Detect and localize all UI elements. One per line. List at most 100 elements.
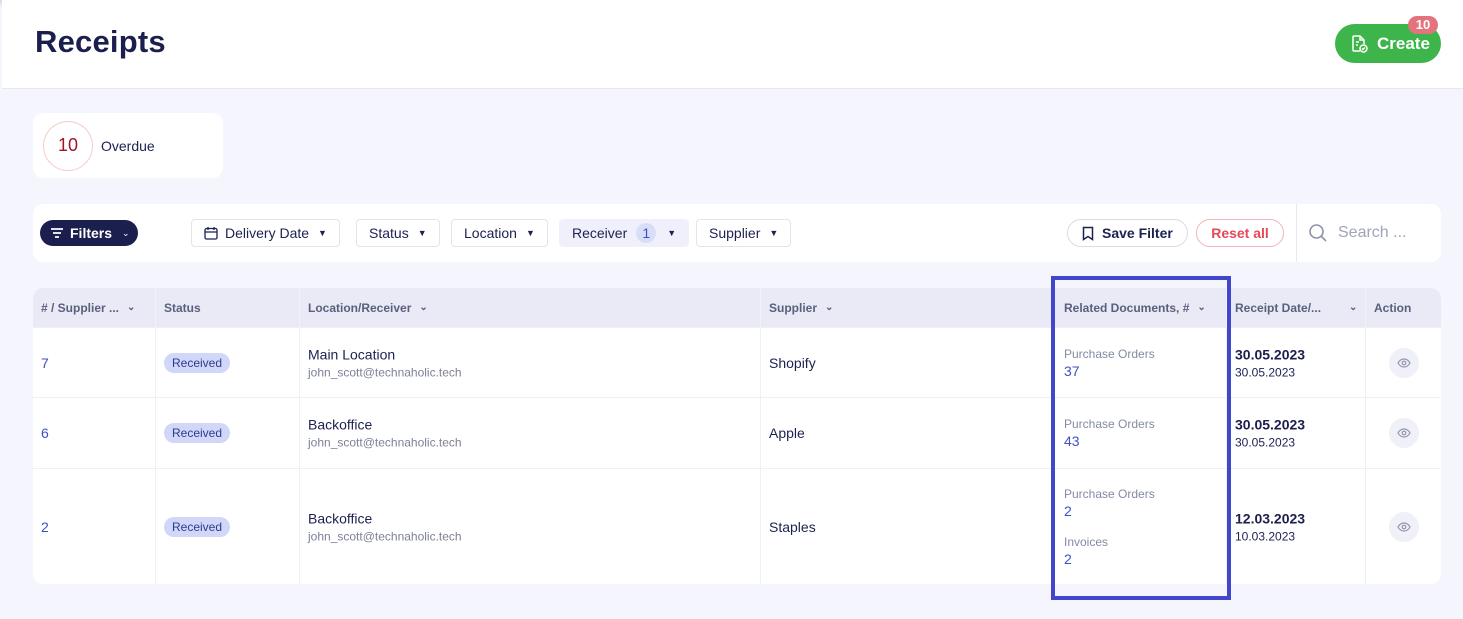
caret-down-icon: ▼ bbox=[769, 228, 779, 238]
view-button[interactable] bbox=[1389, 347, 1419, 378]
filter-label: Delivery Date bbox=[225, 225, 310, 241]
eye-icon bbox=[1397, 428, 1411, 438]
column-header-location-receiver[interactable]: Location/Receiver ⌄ bbox=[300, 288, 761, 327]
page-title: Receipts bbox=[35, 24, 166, 59]
eye-icon bbox=[1397, 521, 1411, 532]
caret-down-icon: ▼ bbox=[667, 228, 677, 238]
secondary-date: 30.05.2023 bbox=[1235, 365, 1296, 379]
secondary-date: 30.05.2023 bbox=[1235, 435, 1296, 450]
cell-action bbox=[1366, 469, 1441, 584]
filter-label: Receiver bbox=[572, 225, 628, 241]
table-row: 2 Received Backoffice john_scott@technah… bbox=[33, 468, 1441, 584]
document-count-link[interactable]: 2 bbox=[1064, 503, 1155, 519]
filters-button[interactable]: Filters ⌄ bbox=[40, 220, 138, 246]
column-label: Location/Receiver bbox=[308, 300, 412, 315]
column-header-receipt-date[interactable]: Receipt Date/... ⌄ bbox=[1227, 288, 1366, 327]
chevron-down-icon: ⌄ bbox=[419, 302, 428, 313]
cell-related-documents: Purchase Orders 2 Invoices 2 bbox=[1052, 469, 1227, 584]
receipt-number-link[interactable]: 7 bbox=[41, 355, 49, 371]
column-label: Receipt Date/... bbox=[1235, 300, 1322, 315]
cell-number: 2 bbox=[33, 469, 156, 584]
search-icon bbox=[1309, 224, 1327, 242]
location-name: Backoffice bbox=[308, 416, 373, 433]
cell-supplier: Shopify bbox=[761, 328, 1052, 397]
receipt-number-link[interactable]: 6 bbox=[41, 425, 49, 441]
cell-location: Backoffice john_scott@technaholic.tech bbox=[300, 469, 761, 584]
column-header-supplier[interactable]: Supplier ⌄ bbox=[761, 288, 1052, 327]
filter-label: Location bbox=[464, 225, 517, 241]
view-button[interactable] bbox=[1389, 511, 1419, 542]
column-header-action: Action bbox=[1366, 288, 1441, 327]
status-badge: Received bbox=[164, 352, 231, 373]
filter-delivery-date[interactable]: Delivery Date ▼ bbox=[191, 219, 340, 247]
cell-location: Backoffice john_scott@technaholic.tech bbox=[300, 398, 761, 468]
column-header-status: Status bbox=[156, 288, 300, 327]
page-header: Receipts bbox=[2, 0, 1463, 89]
filter-icon bbox=[51, 228, 63, 238]
receipts-table: # / Supplier ... ⌄ Status Location/Recei… bbox=[33, 288, 1441, 584]
overdue-card[interactable]: 10 Overdue bbox=[33, 113, 223, 178]
location-name: Backoffice bbox=[308, 510, 373, 526]
table-row: 6 Received Backoffice john_scott@technah… bbox=[33, 397, 1441, 468]
cell-status: Received bbox=[156, 398, 300, 468]
filter-bar: Filters ⌄ Delivery Date ▼ Status ▼ Locat… bbox=[33, 204, 1441, 262]
document-check-icon bbox=[1352, 34, 1368, 53]
cell-supplier: Staples bbox=[761, 469, 1052, 584]
supplier-name: Staples bbox=[769, 518, 816, 535]
filter-count-badge: 1 bbox=[636, 223, 657, 243]
supplier-name: Apple bbox=[769, 425, 805, 441]
cell-status: Received bbox=[156, 328, 300, 397]
save-filter-button[interactable]: Save Filter bbox=[1067, 219, 1188, 247]
column-label: Supplier bbox=[769, 300, 818, 315]
reset-all-button[interactable]: Reset all bbox=[1196, 219, 1284, 247]
column-label: # / Supplier ... bbox=[41, 300, 120, 315]
cell-action bbox=[1366, 398, 1441, 468]
document-count-link[interactable]: 2 bbox=[1064, 551, 1155, 567]
cell-action bbox=[1366, 328, 1441, 397]
column-label: Related Documents, # bbox=[1064, 300, 1190, 315]
overdue-count: 10 bbox=[43, 120, 93, 171]
filter-receiver[interactable]: Receiver 1 ▼ bbox=[559, 219, 690, 247]
create-label: Create bbox=[1377, 33, 1430, 53]
receipt-date: 30.05.2023 bbox=[1235, 346, 1306, 362]
column-label: Action bbox=[1374, 300, 1412, 315]
receiver-email: john_scott@technaholic.tech bbox=[308, 365, 462, 379]
create-count-badge: 10 bbox=[1408, 16, 1438, 34]
filter-label: Status bbox=[369, 225, 409, 241]
cell-receipt-date: 12.03.2023 10.03.2023 bbox=[1227, 469, 1366, 584]
document-count-link[interactable]: 43 bbox=[1064, 433, 1155, 449]
document-type-label: Purchase Orders bbox=[1064, 346, 1155, 361]
status-badge: Received bbox=[164, 516, 231, 537]
document-type-label: Invoices bbox=[1064, 534, 1109, 549]
column-header-number-supplier[interactable]: # / Supplier ... ⌄ bbox=[33, 288, 156, 327]
cell-location: Main Location john_scott@technaholic.tec… bbox=[300, 328, 761, 397]
filter-location[interactable]: Location ▼ bbox=[451, 219, 548, 247]
caret-down-icon: ▼ bbox=[318, 228, 327, 238]
table-row: 7 Received Main Location john_scott@tech… bbox=[33, 327, 1441, 397]
receipt-date: 30.05.2023 bbox=[1235, 416, 1306, 433]
filter-supplier[interactable]: Supplier ▼ bbox=[696, 219, 792, 247]
filters-label: Filters bbox=[70, 225, 113, 241]
column-header-related-documents[interactable]: Related Documents, # ⌄ bbox=[1052, 288, 1227, 327]
column-label: Status bbox=[164, 300, 201, 315]
cell-supplier: Apple bbox=[761, 398, 1052, 468]
location-name: Main Location bbox=[308, 346, 396, 362]
view-button[interactable] bbox=[1389, 418, 1419, 448]
bookmark-icon bbox=[1082, 226, 1094, 241]
chevron-down-icon: ⌄ bbox=[127, 302, 136, 313]
cell-status: Received bbox=[156, 469, 300, 584]
calendar-icon bbox=[204, 227, 218, 240]
cell-number: 6 bbox=[33, 398, 156, 468]
document-count-link[interactable]: 37 bbox=[1064, 363, 1155, 379]
supplier-name: Shopify bbox=[769, 354, 816, 371]
table-header: # / Supplier ... ⌄ Status Location/Recei… bbox=[33, 288, 1441, 327]
receipt-number-link[interactable]: 2 bbox=[41, 519, 49, 535]
filter-status[interactable]: Status ▼ bbox=[356, 219, 440, 247]
document-type-label: Purchase Orders bbox=[1064, 417, 1155, 431]
caret-down-icon: ▼ bbox=[525, 228, 535, 238]
document-type-label: Purchase Orders bbox=[1064, 486, 1155, 501]
filter-label: Supplier bbox=[709, 225, 761, 241]
chevron-down-icon: ⌄ bbox=[1349, 302, 1358, 313]
search-input[interactable] bbox=[1338, 219, 1433, 247]
chevron-down-icon: ⌄ bbox=[825, 302, 834, 313]
